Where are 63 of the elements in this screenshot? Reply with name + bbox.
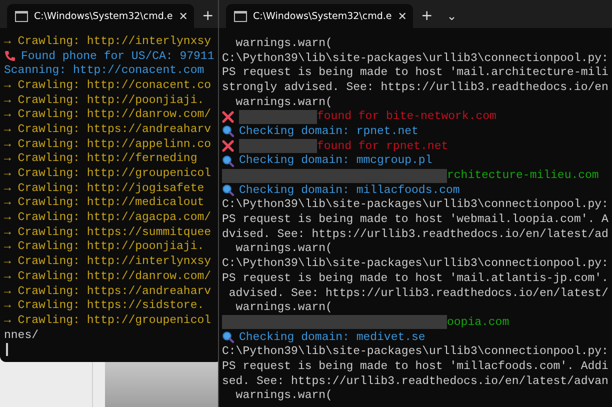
crawl-message: → Crawling: http://poonjiaji. [4, 240, 204, 254]
terminal-tab[interactable]: C:\Windows\System32\cmd.e ✕ [7, 4, 194, 28]
phone-icon [4, 50, 16, 62]
crawl-message: → Crawling: http://danrow.com/ [4, 270, 212, 283]
console-line: C:\Python39\lib\site-packages\urllib3\connectionpool.py: [222, 198, 608, 212]
check-message: Checking domain: mmcgroup.pl [239, 154, 432, 168]
search-icon [222, 125, 234, 138]
check-message: Checking domain: medivet.se [239, 330, 426, 344]
new-tab-button[interactable]: + [196, 4, 220, 28]
console-line: C:\Python39\lib\site-packages\urllib3\connectionpool.py: [222, 257, 608, 270]
console-line: nnes/ [4, 328, 39, 342]
console-line: warnings.warn( [234, 389, 332, 402]
success-message: rchitecture-milieu.com [447, 169, 599, 182]
cross-icon [222, 140, 234, 152]
error-message: found for bite-network.com [317, 110, 496, 124]
crawl-message: → Crawling: https://andreaharv [4, 284, 212, 298]
crawl-message: → Crawling: http://ferneding [4, 152, 198, 166]
console-line: warnings.warn( [234, 242, 332, 256]
success-message: oopia.com [447, 316, 510, 329]
crawl-message: → Crawling: http://conacent.co [4, 78, 212, 92]
close-tab-button[interactable]: ✕ [398, 10, 407, 22]
crawl-message: → Crawling: http://medicalout [4, 196, 204, 210]
crawl-message: → Crawling: http://groupenicol [4, 167, 212, 180]
dropdown-button[interactable]: ⌄ [440, 4, 463, 28]
check-message: Checking domain: rpnet.net [239, 124, 418, 138]
search-icon [222, 154, 234, 167]
terminal-tab[interactable]: C:\Windows\System32\cmd.e ✕ [226, 4, 413, 28]
check-message: Checking domain: millacfoods.com [239, 184, 460, 197]
text-cursor [6, 343, 8, 356]
crawl-message: → Crawling: https://sidstore. [4, 299, 204, 312]
console-line: PS request is being made to host 'mail.atlantis-jp.com'. [222, 272, 608, 285]
phone-message: Found phone for US/CA: 97911 [21, 50, 214, 63]
search-icon [222, 184, 234, 196]
console-line: warnings.warn( [234, 301, 332, 314]
console-line: warnings.warn( [234, 96, 332, 109]
crawl-message: → Crawling: https://andreaharv [4, 122, 212, 136]
crawl-message: → Crawling: http://agacpa.com/ [4, 211, 212, 224]
crawl-message: → Crawling: https://summitquee [4, 226, 212, 239]
cross-icon [222, 110, 234, 123]
crawl-message: → Crawling: http://groupenicol [4, 314, 212, 327]
console-line: sed. See: https://urllib3.readthedocs.io/en/latest/advan [222, 374, 608, 388]
crawl-message: → Crawling: http://interlynxsy [4, 34, 212, 48]
terminal-icon [234, 10, 247, 22]
crawl-message: → Crawling: http://interlynxsy [4, 255, 212, 268]
close-tab-button[interactable]: ✕ [178, 10, 188, 22]
console-line: warnings.warn( [234, 36, 332, 50]
scan-message: Scanning: http://conacent.com [4, 64, 204, 78]
console-line: PS request is being made to host 'mail.architecture-mili [222, 66, 608, 80]
crawl-message: → Crawling: http://poonjiaji. [4, 94, 204, 107]
terminal-icon [15, 10, 28, 22]
crawl-message: → Crawling: http://danrow.com/ [4, 108, 212, 122]
console-line: C:\Python39\lib\site-packages\urllib3\connectionpool.py: [222, 345, 608, 358]
console-line: PS request is being made to host 'webmail.loopia.com'. A [222, 213, 608, 226]
new-tab-button[interactable]: + [414, 4, 439, 28]
search-icon [222, 331, 234, 344]
crawl-message: → Crawling: http://appelinn.co [4, 138, 212, 151]
console-line: advised. See: https://urllib3.readthedocs.io/en/latest/ [228, 286, 608, 300]
crawl-message: → Crawling: http://jogisafete [4, 182, 204, 195]
console-line: strongly advised. See: https://urllib3.readthedocs.io/en [222, 80, 608, 94]
console-line: PS request is being made to host 'millacfoods.com'. Addi [222, 360, 608, 373]
console-line: C:\Python39\lib\site-packages\urllib3\connectionpool.py: [222, 52, 608, 65]
error-message: found for rpnet.net [317, 140, 448, 153]
console-line: dvised. See: https://urllib3.readthedocs.io/en/latest/ad [222, 228, 608, 241]
